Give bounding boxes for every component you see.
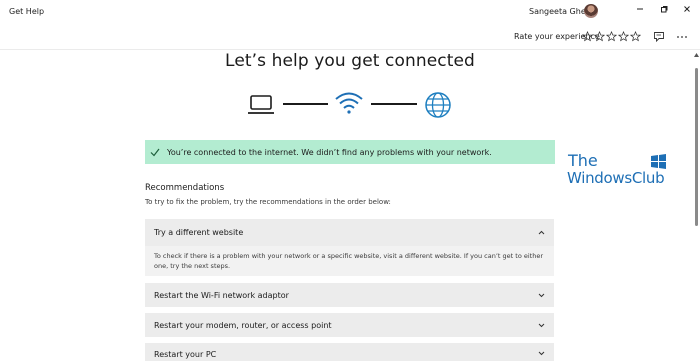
recommendations-heading: Recommendations — [145, 183, 225, 193]
get-help-window: Get Help Sangeeta Ghera Rate your experi… — [0, 0, 700, 361]
star-icon-4[interactable] — [618, 31, 629, 42]
recommendation-item-wifi-adaptor[interactable]: Restart the Wi-Fi network adaptor — [145, 283, 554, 307]
rating-stars — [582, 31, 641, 42]
close-button[interactable] — [680, 3, 694, 15]
laptop-icon — [248, 95, 274, 114]
recommendation-body: To check if there is a problem with your… — [145, 246, 554, 276]
minimize-button[interactable] — [633, 3, 647, 15]
recommendation-title: Try a different website — [154, 228, 244, 237]
recommendation-title: Restart your modem, router, or access po… — [154, 321, 332, 330]
check-icon — [150, 148, 160, 157]
page-title: Let’s help you get connected — [225, 51, 475, 71]
recommendation-title: Restart your PC — [154, 350, 217, 359]
windows-logo-icon — [651, 154, 666, 169]
recommendation-item-website[interactable]: Try a different website — [145, 219, 554, 246]
star-icon-1[interactable] — [582, 31, 593, 42]
avatar[interactable] — [584, 4, 598, 18]
globe-icon — [425, 92, 451, 118]
star-icon-5[interactable] — [630, 31, 641, 42]
star-icon-3[interactable] — [606, 31, 617, 42]
wifi-icon — [335, 92, 363, 114]
feedback-icon[interactable] — [653, 31, 665, 43]
recommendation-item-modem[interactable]: Restart your modem, router, or access po… — [145, 313, 554, 337]
recommendation-title: Restart the Wi-Fi network adaptor — [154, 291, 289, 300]
maximize-icon — [661, 6, 668, 13]
connection-line-2 — [371, 103, 417, 105]
watermark-logo-line2: WindowsClub — [567, 169, 665, 187]
toolbar-divider — [0, 49, 700, 50]
minimize-icon — [637, 8, 643, 10]
close-icon — [684, 6, 690, 12]
chevron-up-icon[interactable] — [538, 230, 545, 235]
maximize-button[interactable] — [657, 3, 671, 15]
more-icon[interactable] — [676, 31, 688, 43]
chevron-down-icon[interactable] — [538, 351, 545, 356]
connection-line-1 — [283, 103, 328, 105]
chevron-down-icon[interactable] — [538, 323, 545, 328]
scrollbar-thumb[interactable] — [695, 68, 698, 226]
chevron-down-icon[interactable] — [538, 293, 545, 298]
app-title: Get Help — [9, 7, 45, 16]
star-icon-2[interactable] — [594, 31, 605, 42]
recommendation-item-restart-pc[interactable]: Restart your PC — [145, 343, 554, 361]
recommendations-subtitle: To try to fix the problem, try the recom… — [145, 198, 391, 206]
title-bar: Get Help Sangeeta Ghera — [0, 0, 700, 28]
status-banner-text: You’re connected to the internet. We did… — [167, 148, 492, 157]
watermark-logo-line1: The — [568, 151, 598, 170]
